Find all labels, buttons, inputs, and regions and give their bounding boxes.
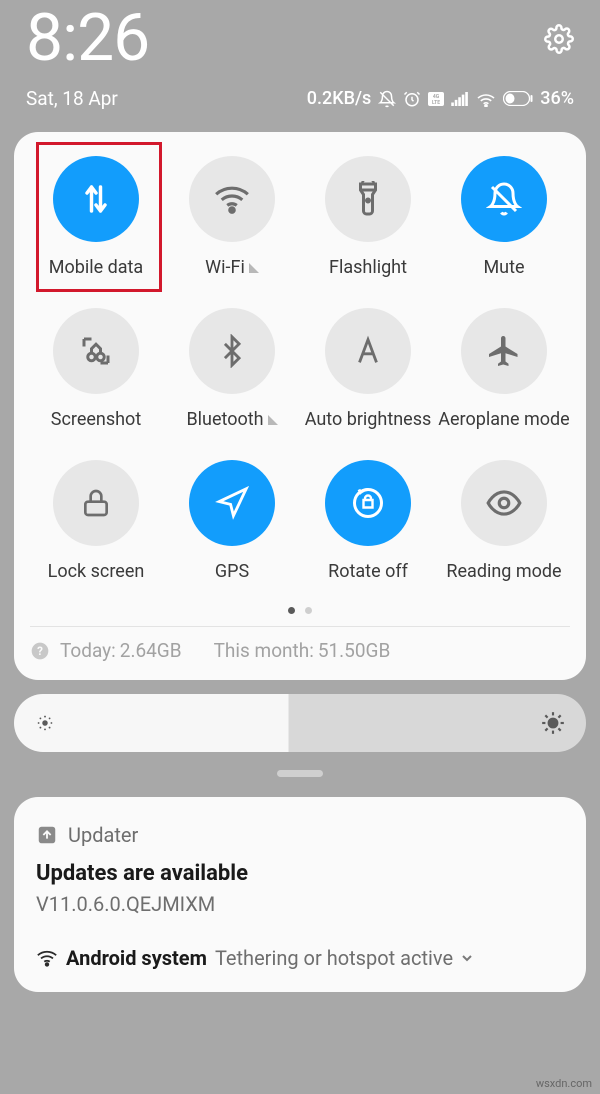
wifi-icon — [476, 91, 496, 107]
tile-label: Flashlight — [329, 258, 407, 278]
data-speed: 0.2KB/s — [307, 88, 372, 109]
panel-grabber[interactable] — [277, 770, 323, 777]
tile-label: Screenshot — [51, 410, 141, 430]
watermark: wsxdn.com — [536, 1077, 592, 1090]
battery-icon — [503, 91, 533, 106]
tile-label: Bluetooth — [186, 410, 277, 430]
tile-rotate-off[interactable]: Rotate off — [302, 460, 434, 582]
clock-time: 8:26 — [26, 0, 149, 77]
data-usage-row[interactable]: ? Today: 2.64GB This month: 51.50GB — [30, 639, 570, 662]
notification-title: Updates are available — [36, 861, 564, 886]
dnd-icon — [378, 90, 396, 108]
eye-icon — [461, 460, 547, 546]
tile-aeroplane-mode[interactable]: Aeroplane mode — [438, 308, 570, 430]
quick-settings-grid: Mobile data Wi-Fi Flashlight Mute Screen — [30, 156, 570, 581]
wifi-tile-icon — [189, 156, 275, 242]
date-label: Sat, 18 Apr — [26, 87, 118, 110]
aeroplane-icon — [461, 308, 547, 394]
tile-bluetooth[interactable]: Bluetooth — [166, 308, 298, 430]
notification-app-row: Updater — [36, 823, 564, 847]
divider — [30, 626, 570, 627]
brightness-low-icon — [34, 712, 56, 734]
svg-text:LTE: LTE — [432, 100, 440, 106]
notification-card[interactable]: Updater Updates are available V11.0.6.0.… — [14, 797, 586, 992]
chevron-down-icon — [461, 952, 473, 964]
tile-label: GPS — [215, 562, 249, 582]
info-icon: ? — [30, 641, 50, 661]
notification-body: V11.0.6.0.QEJMIXM — [36, 892, 564, 916]
tile-label: Mobile data — [49, 258, 143, 278]
tile-mobile-data[interactable]: Mobile data — [30, 156, 162, 278]
auto-brightness-icon — [325, 308, 411, 394]
notification-sub-row[interactable]: Android system Tethering or hotspot acti… — [36, 946, 564, 970]
dot-active — [288, 607, 295, 614]
tile-screenshot[interactable]: Screenshot — [30, 308, 162, 430]
chevron-icon — [249, 263, 259, 273]
battery-percent: 36% — [540, 88, 574, 109]
dot-inactive — [305, 607, 312, 614]
brightness-slider[interactable] — [14, 694, 586, 752]
volte-icon: 4GLTE — [428, 92, 444, 106]
status-header: 8:26 Sat, 18 Apr 0.2KB/s 4GLTE 36% — [0, 0, 600, 118]
hotspot-icon — [36, 948, 58, 968]
month-value: 51.50GB — [318, 639, 391, 662]
tile-reading-mode[interactable]: Reading mode — [438, 460, 570, 582]
status-bar: 0.2KB/s 4GLTE 36% — [307, 88, 574, 109]
screenshot-icon — [53, 308, 139, 394]
rotate-icon — [325, 460, 411, 546]
today-label: Today: — [60, 639, 116, 662]
tile-label: Lock screen — [48, 562, 145, 582]
tile-label: Reading mode — [446, 562, 561, 582]
tile-flashlight[interactable]: Flashlight — [302, 156, 434, 278]
alarm-icon — [403, 90, 421, 108]
month-label: This month: — [214, 639, 314, 662]
gear-icon[interactable] — [544, 24, 574, 54]
tile-lock-screen[interactable]: Lock screen — [30, 460, 162, 582]
brightness-high-icon — [540, 710, 566, 736]
tile-label: Auto brightness — [305, 410, 432, 430]
today-value: 2.64GB — [120, 639, 182, 662]
mute-icon — [461, 156, 547, 242]
tile-gps[interactable]: GPS — [166, 460, 298, 582]
gps-icon — [189, 460, 275, 546]
tile-label: Rotate off — [328, 562, 408, 582]
tile-wifi[interactable]: Wi-Fi — [166, 156, 298, 278]
quick-settings-panel: Mobile data Wi-Fi Flashlight Mute Screen — [14, 132, 586, 680]
tile-label: Aeroplane mode — [438, 410, 569, 430]
signal-icon — [451, 92, 469, 106]
flashlight-icon — [325, 156, 411, 242]
notification-sub-app: Android system — [66, 946, 207, 970]
chevron-icon — [268, 415, 278, 425]
notification-sub-text: Tethering or hotspot active — [215, 946, 453, 970]
tile-mute[interactable]: Mute — [438, 156, 570, 278]
tile-label: Wi-Fi — [205, 258, 259, 278]
mobile-data-icon — [53, 156, 139, 242]
page-indicator — [30, 607, 570, 614]
svg-text:?: ? — [37, 644, 43, 658]
tile-label: Mute — [483, 258, 524, 278]
tile-auto-brightness[interactable]: Auto brightness — [302, 308, 434, 430]
bluetooth-icon — [189, 308, 275, 394]
notification-app-name: Updater — [68, 823, 138, 847]
updater-app-icon — [36, 824, 58, 846]
lock-icon — [53, 460, 139, 546]
